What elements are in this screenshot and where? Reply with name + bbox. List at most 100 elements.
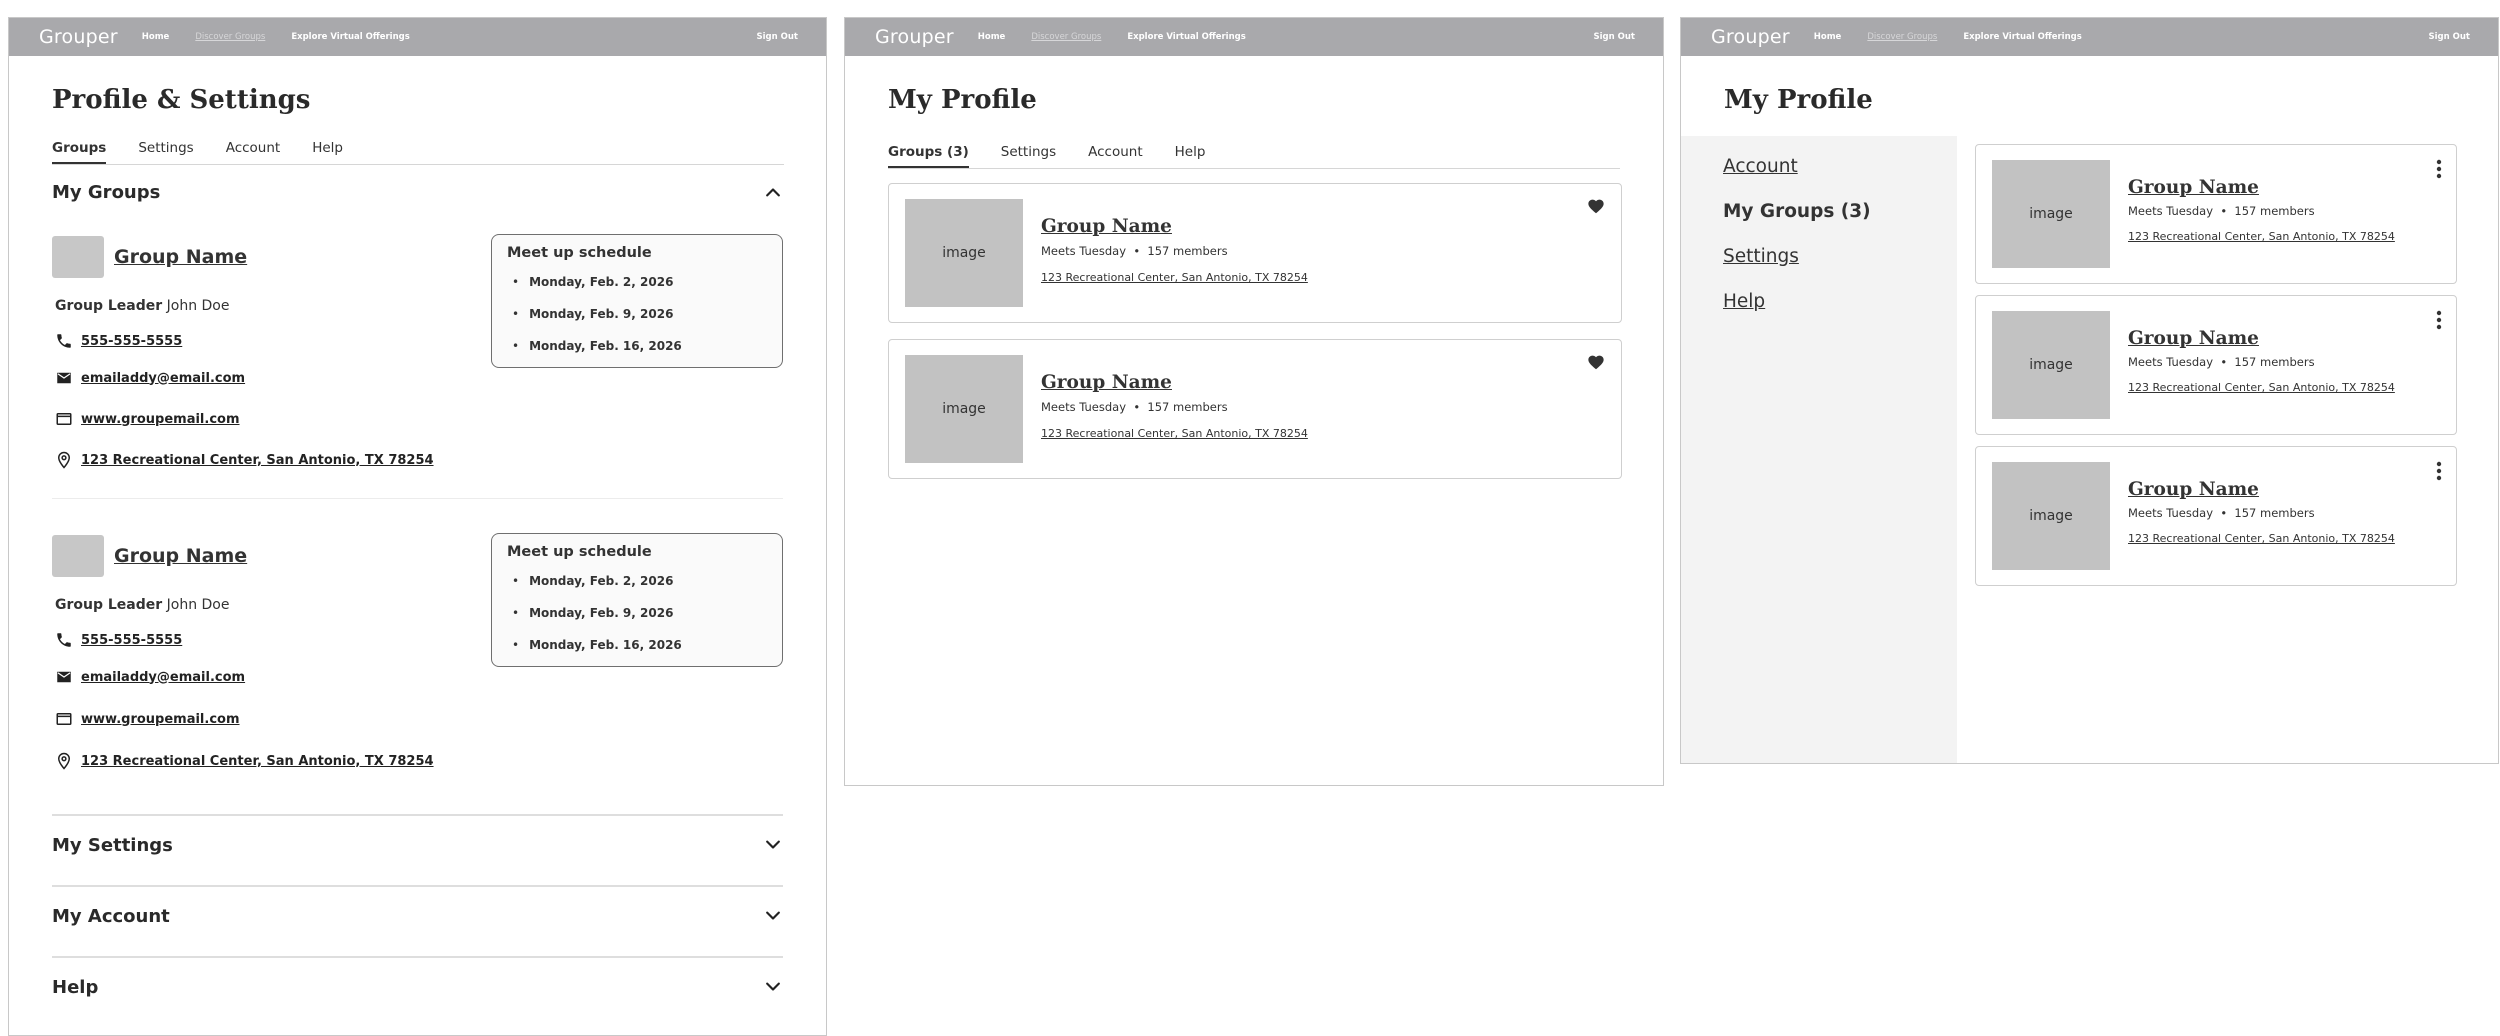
address-link[interactable]: 123 Recreational Center, San Antonio, TX… — [81, 453, 434, 468]
tab-account[interactable]: Account — [226, 140, 281, 164]
chevron-up-icon[interactable] — [763, 182, 783, 202]
address-link[interactable]: 123 Recreational Center, San Antonio, TX… — [81, 754, 434, 769]
logo[interactable]: Grouper — [39, 26, 118, 48]
group-card[interactable]: image Group Name Meets Tuesday • 157 mem… — [1975, 446, 2457, 586]
group-leader-name: John Doe — [166, 298, 230, 314]
sidebar-item-help[interactable]: Help — [1723, 291, 1765, 312]
group-name-link[interactable]: Group Name — [2128, 177, 2259, 198]
email-row: emailaddy@email.com — [55, 668, 245, 686]
profile-tabs: Groups (3) Settings Account Help — [888, 144, 1620, 169]
group-name-link[interactable]: Group Name — [2128, 328, 2259, 349]
heart-icon[interactable] — [1587, 354, 1605, 370]
sidebar-item-settings[interactable]: Settings — [1723, 246, 1799, 267]
nav-discover-groups[interactable]: Discover Groups — [1031, 32, 1101, 42]
nav-discover-groups[interactable]: Discover Groups — [195, 32, 265, 42]
tab-help[interactable]: Help — [312, 140, 343, 164]
group-image-placeholder: image — [1992, 160, 2110, 268]
sign-out-link[interactable]: Sign Out — [757, 32, 798, 42]
nav-home[interactable]: Home — [142, 32, 170, 42]
group-leader-label: Group Leader — [55, 597, 163, 613]
group-card[interactable]: image Group Name Meets Tuesday • 157 mem… — [1975, 295, 2457, 435]
section-divider — [52, 814, 783, 816]
group-name-link[interactable]: Group Name — [114, 246, 247, 268]
group-address-link[interactable]: 123 Recreational Center, San Antonio, TX… — [1041, 427, 1308, 440]
sidebar-item-account[interactable]: Account — [1723, 156, 1798, 177]
website-row: www.groupemail.com — [55, 410, 240, 428]
logo[interactable]: Grouper — [1711, 26, 1790, 48]
group-address-link[interactable]: 123 Recreational Center, San Antonio, TX… — [2128, 381, 2395, 394]
nav-explore-virtual[interactable]: Explore Virtual Offerings — [1127, 32, 1245, 42]
phone-icon — [55, 332, 73, 350]
phone-link[interactable]: 555-555-5555 — [81, 334, 182, 349]
group-name-link[interactable]: Group Name — [2128, 479, 2259, 500]
nav-explore-virtual[interactable]: Explore Virtual Offerings — [1963, 32, 2081, 42]
member-count: 157 members — [1147, 400, 1228, 414]
profile-tabs: Groups Settings Account Help — [52, 140, 784, 165]
top-navbar: Grouper Home Discover Groups Explore Vir… — [845, 18, 1663, 56]
nav-home[interactable]: Home — [978, 32, 1006, 42]
group-leader: Group Leader John Doe — [55, 298, 229, 314]
more-options-icon[interactable] — [2436, 310, 2442, 330]
heart-icon[interactable] — [1587, 198, 1605, 214]
schedule-date: Monday, Feb. 2, 2026 — [512, 275, 673, 289]
group-card[interactable]: image Group Name Meets Tuesday • 157 mem… — [888, 183, 1622, 323]
nav-discover-groups[interactable]: Discover Groups — [1867, 32, 1937, 42]
tab-settings[interactable]: Settings — [1001, 144, 1056, 168]
meets-day: Meets Tuesday — [1041, 244, 1127, 258]
group-address-link[interactable]: 123 Recreational Center, San Antonio, TX… — [2128, 532, 2395, 545]
my-settings-header[interactable]: My Settings — [52, 828, 783, 862]
nav-home[interactable]: Home — [1814, 32, 1842, 42]
website-link[interactable]: www.groupemail.com — [81, 412, 240, 427]
meets-day: Meets Tuesday — [2128, 355, 2214, 369]
tab-account[interactable]: Account — [1088, 144, 1143, 168]
group-detail-1: Group Name Group Leader John Doe 555-555… — [52, 234, 792, 506]
top-navbar: Grouper Home Discover Groups Explore Vir… — [1681, 18, 2498, 56]
meets-day: Meets Tuesday — [2128, 204, 2214, 218]
chevron-down-icon[interactable] — [763, 906, 783, 926]
group-leader-label: Group Leader — [55, 298, 163, 314]
website-link[interactable]: www.groupemail.com — [81, 712, 240, 727]
tab-help[interactable]: Help — [1175, 144, 1206, 168]
meetup-schedule-box: Meet up schedule Monday, Feb. 2, 2026 Mo… — [491, 234, 783, 368]
my-groups-header[interactable]: My Groups — [52, 175, 783, 209]
schedule-date: Monday, Feb. 16, 2026 — [512, 339, 682, 353]
member-count: 157 members — [2234, 204, 2315, 218]
my-account-header[interactable]: My Account — [52, 899, 783, 933]
chevron-down-icon[interactable] — [763, 977, 783, 997]
chevron-down-icon[interactable] — [763, 835, 783, 855]
more-options-icon[interactable] — [2436, 461, 2442, 481]
tab-groups[interactable]: Groups (3) — [888, 144, 969, 168]
sign-out-link[interactable]: Sign Out — [2429, 32, 2470, 42]
sign-out-link[interactable]: Sign Out — [1594, 32, 1635, 42]
schedule-date: Monday, Feb. 16, 2026 — [512, 638, 682, 652]
nav-explore-virtual[interactable]: Explore Virtual Offerings — [291, 32, 409, 42]
group-address-link[interactable]: 123 Recreational Center, San Antonio, TX… — [2128, 230, 2395, 243]
group-card[interactable]: image Group Name Meets Tuesday • 157 mem… — [1975, 144, 2457, 284]
phone-row: 555-555-5555 — [55, 332, 182, 350]
email-link[interactable]: emailaddy@email.com — [81, 670, 245, 685]
page-title: Profile & Settings — [52, 85, 311, 115]
more-options-icon[interactable] — [2436, 159, 2442, 179]
schedule-title: Meet up schedule — [507, 544, 652, 560]
group-leader: Group Leader John Doe — [55, 597, 229, 613]
phone-link[interactable]: 555-555-5555 — [81, 633, 182, 648]
tab-settings[interactable]: Settings — [138, 140, 193, 164]
group-image-placeholder: image — [1992, 462, 2110, 570]
schedule-date: Monday, Feb. 2, 2026 — [512, 574, 673, 588]
group-name-link[interactable]: Group Name — [1041, 216, 1172, 237]
group-name-link[interactable]: Group Name — [1041, 372, 1172, 393]
group-card[interactable]: image Group Name Meets Tuesday • 157 mem… — [888, 339, 1622, 479]
email-link[interactable]: emailaddy@email.com — [81, 371, 245, 386]
group-address-link[interactable]: 123 Recreational Center, San Antonio, TX… — [1041, 271, 1308, 284]
group-detail-2: Group Name Group Leader John Doe 555-555… — [52, 533, 792, 805]
help-header[interactable]: Help — [52, 970, 783, 1004]
schedule-date: Monday, Feb. 9, 2026 — [512, 307, 673, 321]
sidebar-item-my-groups[interactable]: My Groups (3) — [1723, 201, 1871, 222]
group-meta: Meets Tuesday • 157 members — [1041, 244, 1228, 258]
member-count: 157 members — [1147, 244, 1228, 258]
group-name-link[interactable]: Group Name — [114, 545, 247, 567]
member-count: 157 members — [2234, 506, 2315, 520]
logo[interactable]: Grouper — [875, 26, 954, 48]
tab-groups[interactable]: Groups — [52, 140, 107, 164]
group-thumbnail — [52, 535, 104, 577]
